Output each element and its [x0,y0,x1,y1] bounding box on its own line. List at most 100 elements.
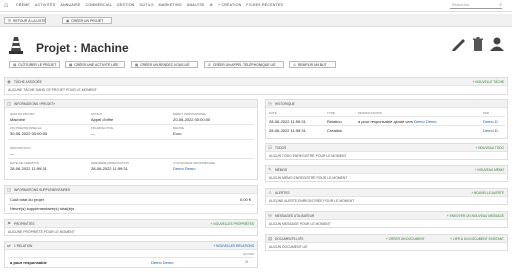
goal-icon: ◎ [293,63,296,67]
search-icon[interactable]: ⌕ [499,2,502,8]
document-icon: ▤ [268,235,273,241]
history-icon: ◷ [268,100,272,106]
project-name-label: Nom du projet [10,112,35,116]
page-header: Projet : Machine [0,30,512,58]
create-meeting-label: Créer un rendez-vous lié [140,63,190,67]
divider [268,116,505,117]
new-memo-button[interactable]: + Nouveau mémo [475,168,504,172]
divider [8,204,254,205]
extra-info-panel: ◫ Informations supplémentaires Coût tota… [4,185,258,214]
edit-icon[interactable] [451,36,467,52]
main-menu: Crème Activités Annuaire Commercial Gest… [16,3,283,7]
create-meeting-button[interactable]: ▦ Créer un rendez-vous lié [131,61,198,68]
properties-icon: ⚑ [7,220,12,226]
description-label: Description [10,146,31,150]
modified-label: Dernière modification [91,161,129,165]
divider [8,139,254,140]
documents-empty-message: Aucun document lié [269,245,308,249]
history-mod-link[interactable]: Demo Demo [414,119,436,124]
todo-icon: ☑ [268,144,273,150]
extra-info-title: Informations supplémentaires [14,187,71,192]
search-input[interactable]: Recherche ⌕ [450,2,502,9]
fill-goal-button[interactable]: ◎ Remplir un but [289,61,336,68]
search-placeholder: Recherche [452,3,470,7]
page-title: Projet : Machine [36,41,129,55]
link-document-button[interactable]: + Lier à un document existant [450,237,504,241]
owner-link[interactable]: Demo Demo [173,166,195,171]
divider [8,124,254,125]
menu-item-outils[interactable]: Outils [139,3,153,7]
history-panel: ◷ Historique Date Type Modifications Par… [265,99,508,139]
info-icon: ◫ [7,100,12,106]
create-project-button[interactable]: ▣ Créer un projet [62,16,112,24]
menu-item-gestion[interactable]: Gestion [117,3,135,7]
properties-empty-message: Aucune propriété pour le moment [8,230,75,234]
action-column-header: Action [243,252,255,256]
new-relations-button[interactable]: + Nouvelles relations [213,244,254,248]
menu-item-analyse[interactable]: Analyse [187,3,205,7]
new-memo-label: Nouveau mémo [477,167,504,172]
fill-goal-label: Remplir un but [297,63,327,67]
create-activity-button[interactable]: ▦ Créer une activité liée [65,61,125,68]
home-icon[interactable]: ⌂ [4,2,11,9]
send-message-label: Envoyer un nouveau message [449,213,504,218]
todos-empty-message: Aucun todo enregistré pour le moment [269,154,347,158]
history-row-modification: a pour responsable ajouté vers Demo Demo [358,119,437,124]
new-todo-button[interactable]: + Nouveau todo [476,146,505,150]
menu-item-activites[interactable]: Activités [35,3,55,7]
history-row-date: 28-06-2022 11:59:31 [269,119,306,124]
back-to-list-button[interactable]: ☰ Retour à la liste [4,16,46,24]
new-alert-label: Nouvelle alerte [473,190,504,195]
history-col-date: Date [269,111,277,115]
history-col-by: Par [483,111,489,115]
menu-item-recent[interactable]: Fiches récentes [246,3,283,7]
new-properties-button[interactable]: + Nouvelles propriétés [211,222,254,226]
action-bar: ☰ Retour à la liste ▣ Créer un projet [0,14,512,27]
created-label: Date de création [10,161,39,165]
todos-title: Todos [275,145,287,150]
unlink-icon[interactable]: ⊘ [245,259,248,264]
alerts-empty-message: Aucune alerte enregistrée pour le moment [269,199,355,203]
relation-target-link[interactable]: Demo Demo [151,260,173,265]
new-properties-label: Nouvelles propriétés [213,221,254,226]
history-row-user-link[interactable]: Demo D. [483,119,499,124]
history-col-modifications: Modifications [358,111,382,115]
menu-item-marketing[interactable]: Marketing [159,3,182,7]
menu-item-settings[interactable]: ⚙ [210,3,213,7]
close-project-icon: ▤ [13,63,17,67]
alerts-panel: ⚠ Alertes + Nouvelle alerte Aucune alert… [265,188,508,205]
documents-title: Documents liés [275,236,304,241]
status-value: Appel d'offre [91,117,114,122]
new-task-button[interactable]: + Nouvelle tâche [473,80,504,84]
close-project-button[interactable]: ▤ Clôturer le projet [9,61,60,68]
relation-type: a pour responsable [10,260,47,265]
relations-title: 1 Relation [14,243,33,248]
new-alert-button[interactable]: + Nouvelle alerte [471,191,504,195]
history-row-user-link[interactable]: Demo D. [483,128,499,133]
menu-item-creation[interactable]: + Création [218,3,241,7]
menu-item-commercial[interactable]: Commercial [86,3,112,7]
traffic-cone-icon [9,37,23,54]
add-icon: ▣ [66,18,70,23]
menu-item-annuaire[interactable]: Annuaire [60,3,80,7]
total-cost-value: 0,00 € [240,197,252,202]
create-activity-label: Créer une activité liée [74,63,119,67]
create-phonecall-button[interactable]: ✆ Créer un appel téléphonique lié [204,61,284,68]
menu-item-creme[interactable]: Crème [16,3,30,7]
history-row-type: Relation [327,119,342,124]
send-message-button[interactable]: + Envoyer un nouveau message [447,214,504,218]
memos-empty-message: Aucun mémo enregistré pour le moment [269,176,348,180]
alert-icon: ⚠ [268,189,273,195]
delete-icon[interactable] [470,36,486,52]
history-col-type: Type [327,111,335,115]
divider [268,125,505,126]
create-label: Créer un projet [71,18,104,23]
new-relations-label: Nouvelles relations [216,243,254,248]
create-document-button[interactable]: + Créer un document [386,237,425,241]
close-project-label: Clôturer le projet [18,63,57,67]
divider [8,158,254,159]
user-icon[interactable] [489,36,505,52]
end-date-label: Fin prévisionnelle [10,126,42,130]
tasks-empty-message: Aucune tâche dans ce projet pour le mome… [8,88,97,92]
message-icon: ✉ [268,212,272,218]
